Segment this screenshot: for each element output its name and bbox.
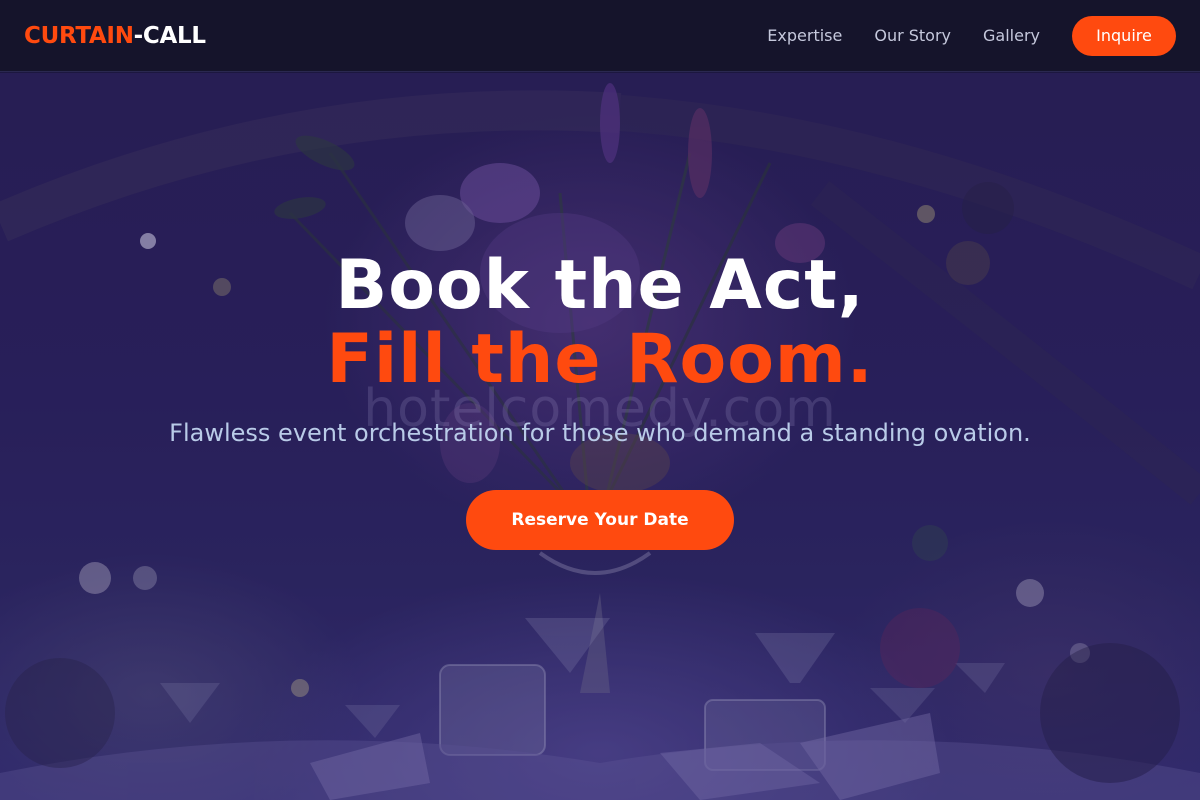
hero-tagline: Flawless event orchestration for those w… [169, 419, 1031, 447]
nav-link-our-story[interactable]: Our Story [874, 26, 951, 45]
hero-content: hotelcomedy.com Book the Act, Fill the R… [0, 73, 1200, 800]
hero-section: hotelcomedy.com Book the Act, Fill the R… [0, 73, 1200, 800]
inquire-button[interactable]: Inquire [1072, 15, 1176, 56]
hero-headline-line1: Book the Act, [335, 246, 865, 325]
nav-link-expertise[interactable]: Expertise [767, 26, 842, 45]
nav-link-gallery[interactable]: Gallery [983, 26, 1040, 45]
brand-logo[interactable]: CURTAIN-CALL [24, 23, 206, 49]
logo-accent-text: CURTAIN [24, 22, 134, 49]
reserve-date-button[interactable]: Reserve Your Date [466, 490, 734, 550]
hero-headline-line2: Fill the Room. [326, 320, 874, 399]
site-header: CURTAIN-CALL Expertise Our Story Gallery… [0, 0, 1200, 72]
main-nav: Expertise Our Story Gallery Inquire [767, 15, 1176, 56]
logo-plain-text: -CALL [133, 22, 206, 49]
